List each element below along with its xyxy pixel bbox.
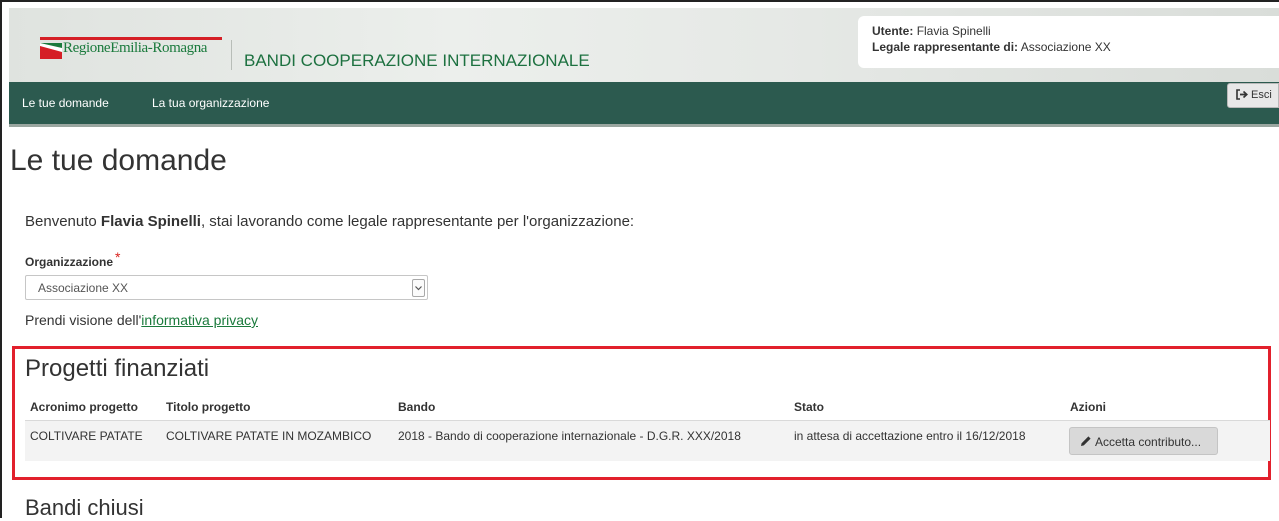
column-header-azioni: Azioni (1070, 400, 1106, 414)
user-name: Flavia Spinelli (916, 24, 991, 38)
logo-text: RegioneEmilia-Romagna (63, 40, 208, 56)
select-arrow[interactable] (412, 279, 425, 297)
organization-select[interactable]: Associazione XX (25, 275, 428, 300)
column-header-titolo: Titolo progetto (166, 400, 251, 414)
funded-projects-title: Progetti finanziati (25, 355, 210, 382)
required-marker: * (115, 249, 121, 265)
privacy-prefix: Prendi visione dell' (25, 312, 142, 328)
cell-stato: in attesa di accettazione entro il 16/12… (794, 429, 1026, 443)
frame-border-top (0, 0, 1279, 2)
chevron-down-icon (415, 286, 422, 291)
role-label: Legale rappresentante di: (872, 40, 1019, 54)
nav-item-le-tue-domande[interactable]: Le tue domande (22, 96, 109, 110)
user-info-box: Utente: Flavia Spinelli Legale rappresen… (858, 16, 1279, 68)
logo-flag-icon (40, 43, 62, 59)
main-navbar: Le tue domande La tua organizzazione (9, 82, 1279, 127)
region-logo[interactable]: RegioneEmilia-Romagna (40, 37, 222, 63)
header-divider (231, 40, 232, 70)
user-line: Utente: Flavia Spinelli (872, 23, 1279, 39)
pencil-icon (1081, 436, 1091, 446)
accept-contribution-label: Accetta contributo... (1095, 435, 1202, 449)
logout-label: Esci (1251, 89, 1272, 101)
column-header-stato: Stato (794, 400, 824, 414)
cell-acronimo: COLTIVARE PATATE (30, 429, 143, 443)
accept-contribution-button[interactable]: Accetta contributo... (1069, 427, 1218, 455)
welcome-name: Flavia Spinelli (100, 213, 201, 230)
cell-bando: 2018 - Bando di cooperazione internazion… (398, 429, 741, 443)
organization-label: Organizzazione * (25, 249, 120, 269)
closed-calls-title: Bandi chiusi (25, 495, 144, 520)
page-title: Le tue domande (10, 144, 227, 177)
organization-selected-value: Associazione XX (38, 281, 129, 295)
column-header-bando: Bando (398, 400, 436, 414)
welcome-message: Benvenuto Flavia Spinelli, stai lavorand… (25, 213, 634, 230)
nav-item-la-tua-organizzazione[interactable]: La tua organizzazione (152, 96, 269, 110)
column-header-acronimo: Acronimo progetto (30, 400, 138, 414)
privacy-notice: Prendi visione dell'informativa privacy (25, 312, 258, 328)
sign-out-icon (1236, 89, 1248, 100)
user-label: Utente: (872, 24, 914, 38)
organization-label-text: Organizzazione (25, 255, 114, 269)
frame-border-left (0, 0, 2, 518)
cell-titolo: COLTIVARE PATATE IN MOZAMBICO (166, 429, 372, 443)
privacy-link[interactable]: informativa privacy (141, 312, 258, 328)
welcome-suffix: , stai lavorando come legale rappresenta… (200, 213, 635, 230)
role-org: Associazione XX (1020, 40, 1111, 54)
welcome-prefix: Benvenuto (25, 213, 97, 230)
app-title: BANDI COOPERAZIONE INTERNAZIONALE (244, 51, 590, 70)
role-line: Legale rappresentante di: Associazione X… (872, 39, 1279, 55)
logout-button[interactable]: Esci (1227, 83, 1279, 108)
